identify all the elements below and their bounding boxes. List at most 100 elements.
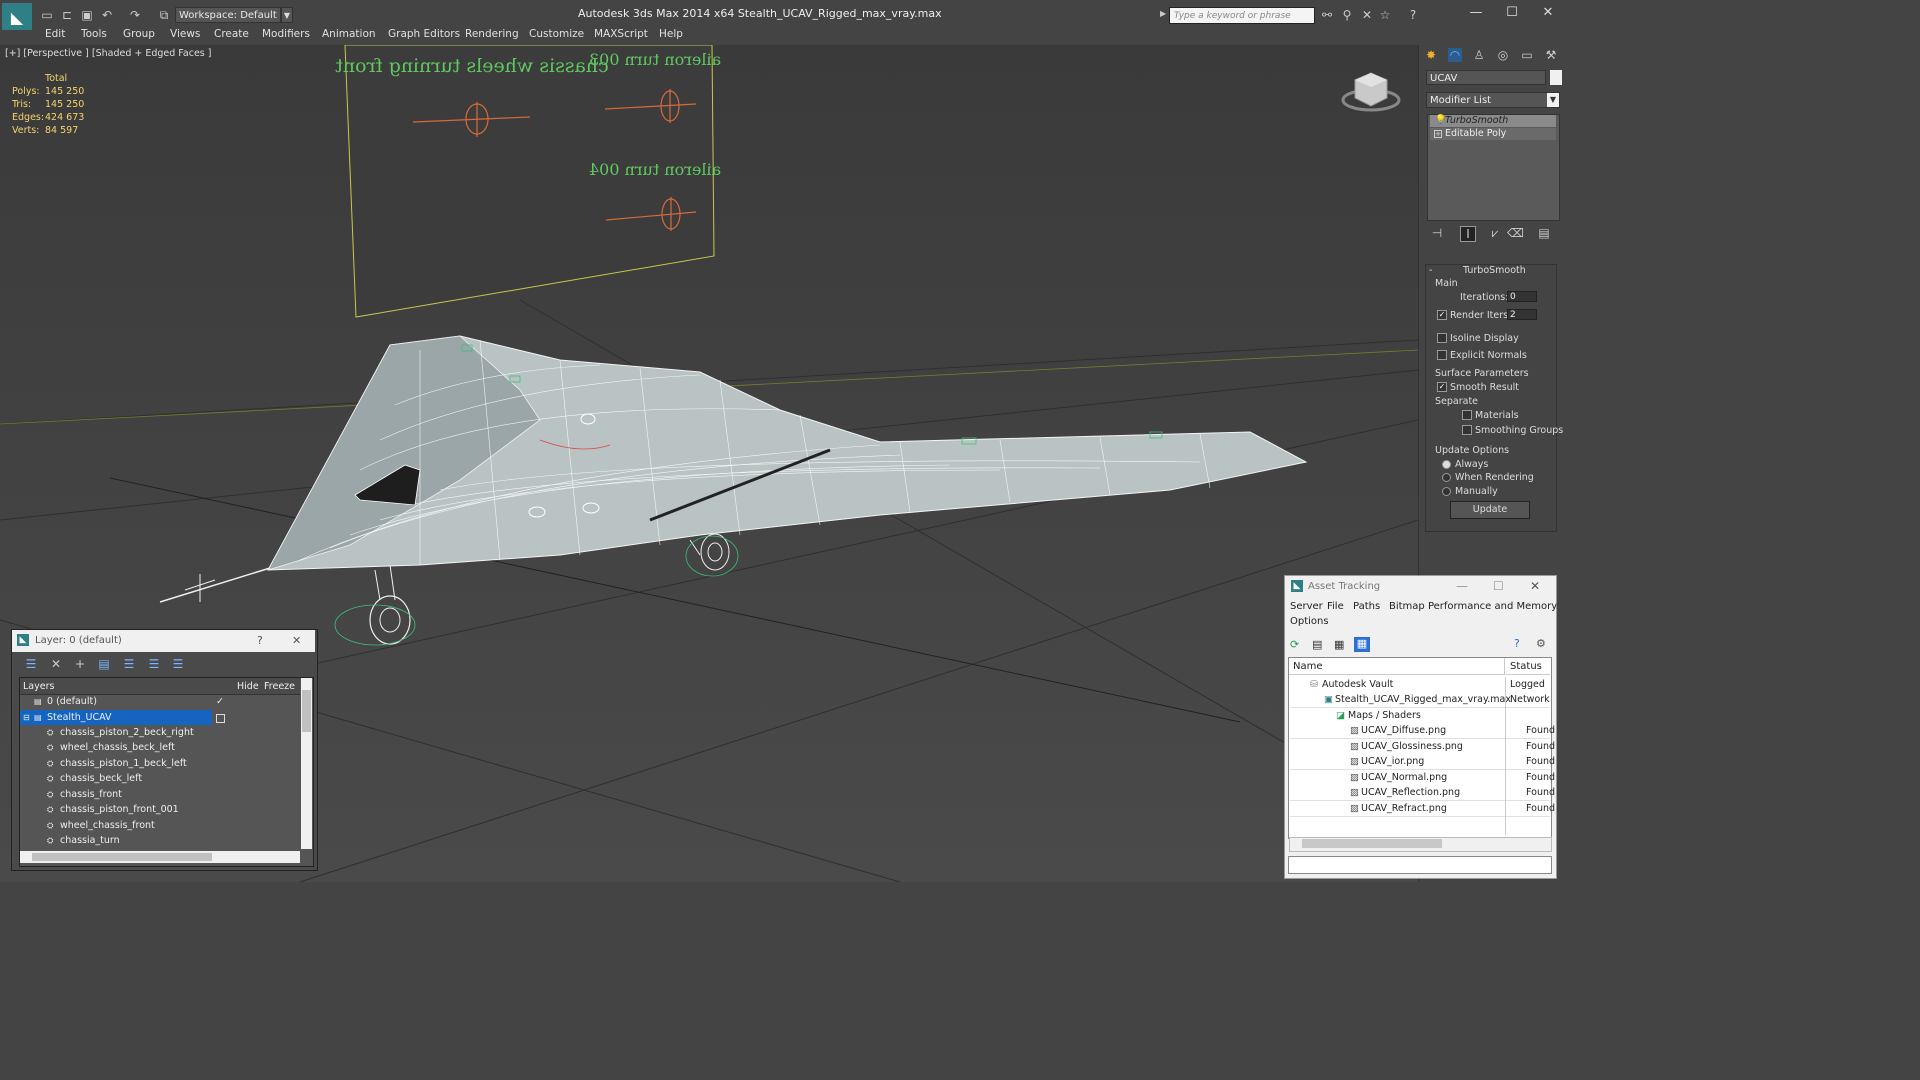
new-file-icon[interactable]: ▭ [40,8,54,22]
smoothing-groups-checkbox[interactable] [1462,425,1472,435]
layer-row[interactable]: ⛭ chassis_beck_left [20,771,300,786]
layer-row[interactable]: ⛭ chassis_piston_front_001 [20,802,300,817]
materials-checkbox[interactable] [1462,410,1472,420]
menu-graph-editors[interactable]: Graph Editors [388,28,460,40]
layer-row-selected[interactable]: ⊟ ▤ Stealth_UCAV [20,710,212,725]
help-icon[interactable]: ? [1406,8,1420,22]
thumbnail-view-icon[interactable]: ▦ [1334,638,1346,651]
menu-tools[interactable]: Tools [81,28,107,40]
asset-row[interactable]: ⛁Autodesk VaultLogged C [1290,677,1550,705]
favorites-star-icon[interactable]: ☆ [1378,8,1392,22]
modifier-list-dropdown[interactable]: Modifier List [1426,92,1560,108]
col-layers[interactable]: Layers [23,681,54,692]
close-icon[interactable]: ✕ [1538,5,1558,21]
menu-rendering[interactable]: Rendering [465,28,519,40]
object-color-swatch[interactable] [1550,70,1562,85]
close-icon[interactable]: ✕ [1530,579,1540,593]
layer-row[interactable]: ⛭ wheel_chassis_beck_left [20,740,300,755]
asset-menu-file[interactable]: File [1327,601,1344,612]
menu-customize[interactable]: Customize [529,28,584,40]
col-status[interactable]: Status [1506,658,1550,675]
hide-all-layers-icon[interactable]: ☰ [147,657,161,671]
asset-row[interactable]: ▨ UCAV_Glossiness.png Found [1290,739,1555,755]
asset-menu-bitmap-performance[interactable]: Bitmap Performance and Memory [1389,601,1557,612]
expand-icon[interactable]: + [1434,130,1442,138]
minimize-icon[interactable]: — [1456,579,1468,593]
layer-row[interactable]: ⛭ chassia_turn [20,833,300,848]
asset-path-field[interactable] [1288,856,1552,874]
asset-menu-server[interactable]: Server [1290,601,1323,612]
rollout-collapse-icon[interactable]: - [1429,265,1432,276]
always-radio[interactable] [1442,460,1451,469]
hierarchy-tab-icon[interactable]: ♙ [1472,48,1486,62]
app-logo-icon[interactable]: ◣ [2,3,32,31]
render-iters-checkbox[interactable]: ✓ [1437,310,1447,320]
asset-row[interactable]: ▣ Stealth_UCAV_Rigged_max_vray.max Network… [1290,692,1550,720]
menu-modifiers[interactable]: Modifiers [262,28,310,40]
asset-menu-paths[interactable]: Paths [1353,601,1380,612]
chevron-down-icon[interactable]: ▼ [281,7,293,23]
make-unique-icon[interactable]: ⩗ [1488,226,1502,240]
asset-row[interactable]: ▨ UCAV_ior.png Found [1290,754,1555,770]
project-folder-icon[interactable]: ⧉ [157,8,171,22]
subscription-icon[interactable]: ⚲ [1340,8,1354,22]
layer-scroll-thumb[interactable] [302,690,311,732]
create-layer-icon[interactable]: ☰ [24,657,38,671]
rollout-title[interactable]: TurboSmooth [1463,265,1526,276]
motion-tab-icon[interactable]: ◎ [1496,48,1510,62]
asset-row[interactable]: ▨ UCAV_Normal.png Found [1290,770,1555,786]
refresh-icon[interactable]: ⟳ [1290,638,1302,651]
display-tab-icon[interactable]: ▭ [1520,48,1534,62]
delete-layer-icon[interactable]: ✕ [49,657,63,671]
minimize-icon[interactable]: — [1466,5,1486,21]
modify-tab-icon[interactable]: ◠ [1448,48,1462,62]
iterations-spinner[interactable]: 0 [1507,291,1537,302]
col-freeze[interactable]: Freeze [264,681,295,692]
render-iters-spinner[interactable]: 2 [1507,309,1537,320]
viewport-label[interactable]: [+] [Perspective ] [Shaded + Edged Faces… [5,48,211,59]
configure-sets-icon[interactable]: ▤ [1537,226,1551,240]
select-in-layer-icon[interactable]: ▤ [97,657,111,671]
menu-help[interactable]: Help [659,28,683,40]
communication-icon[interactable]: ✕ [1360,8,1374,22]
explicit-normals-checkbox[interactable] [1437,350,1447,360]
asset-row[interactable]: ▨ UCAV_Diffuse.png Found [1290,723,1555,739]
workspace-dropdown[interactable]: Workspace: Default [175,7,281,23]
asset-row[interactable]: ▨ UCAV_Reflection.png Found [1290,785,1555,801]
layer-hide-toggle[interactable] [216,714,225,723]
layer-row[interactable]: ⛭ wheel_chassis_front [20,818,300,833]
layer-row[interactable]: ⛭ chassis_front [20,787,300,802]
pin-stack-icon[interactable]: ⊣ [1430,226,1444,240]
asset-menu-options[interactable]: Options [1290,616,1329,627]
show-end-result-icon[interactable]: Ⅰ [1460,226,1476,242]
menu-animation[interactable]: Animation [322,28,376,40]
help-icon[interactable]: ? [1514,637,1520,650]
add-to-layer-icon[interactable]: + [73,657,87,671]
col-hide[interactable]: Hide [237,681,259,692]
layer-row[interactable]: ⛭ chassis_piston_2_beck_right [20,725,300,740]
freeze-all-layers-icon[interactable]: ☰ [171,657,185,671]
layer-row[interactable]: ⛭ chassis_piston_1_beck_left [20,756,300,771]
remove-modifier-icon[interactable]: ⌫ [1507,226,1524,240]
collapse-icon[interactable]: ⊟ [23,710,30,725]
menu-maxscript[interactable]: MAXScript [594,28,648,40]
menu-group[interactable]: Group [123,28,155,40]
redo-icon[interactable]: ↷ [128,8,142,22]
col-name[interactable]: Name [1289,658,1505,675]
list-view-icon[interactable]: ▤ [1312,638,1324,651]
table-view-icon[interactable]: ▦ [1354,637,1370,652]
settings-icon[interactable]: ⚙ [1536,637,1546,650]
create-tab-icon[interactable]: ✸ [1424,48,1438,62]
maximize-icon[interactable]: ☐ [1502,5,1522,21]
smooth-result-checkbox[interactable]: ✓ [1437,382,1447,392]
menu-edit[interactable]: Edit [45,28,65,40]
layer-hscroll-thumb[interactable] [32,853,212,861]
menu-create[interactable]: Create [214,28,249,40]
binoculars-icon[interactable]: ⚯ [1320,8,1334,22]
layer-dialog-close[interactable]: ✕ [292,634,301,647]
asset-hscroll-thumb[interactable] [1302,839,1442,848]
menu-views[interactable]: Views [170,28,200,40]
utilities-tab-icon[interactable]: ⚒ [1544,48,1558,62]
when-rendering-radio[interactable] [1442,473,1451,482]
open-file-icon[interactable]: ⊏ [60,8,74,22]
